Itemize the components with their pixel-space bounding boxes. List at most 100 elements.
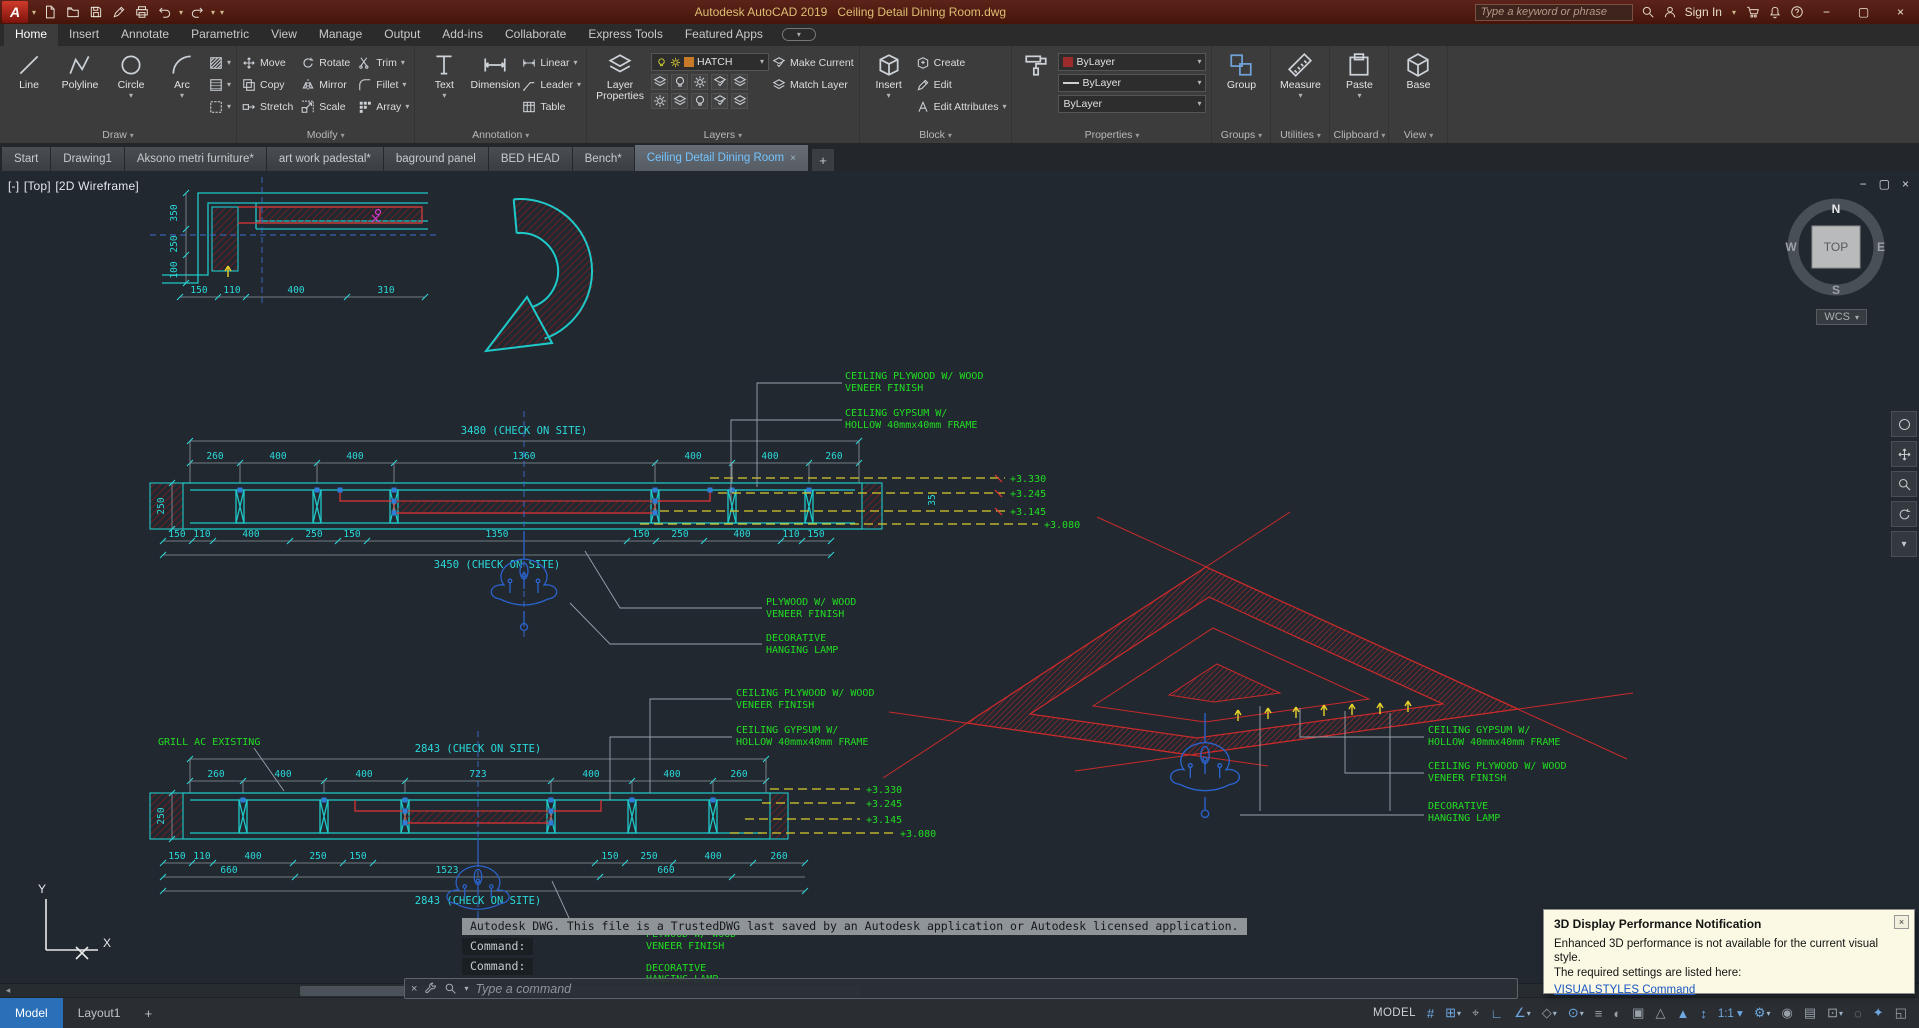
command-customize-wrench-icon[interactable] [424, 982, 437, 995]
search-input[interactable] [1474, 3, 1633, 21]
copy-button[interactable]: Copy [242, 75, 293, 94]
layer-tool-icon[interactable] [691, 74, 709, 90]
orbit-icon[interactable] [1891, 501, 1917, 527]
isolate-objects-icon[interactable]: ◌ [1854, 1006, 1862, 1021]
undo-caret-icon[interactable]: ▾ [177, 8, 185, 17]
new-file-button[interactable] [39, 2, 61, 22]
create-block-button[interactable]: Create [916, 53, 1007, 72]
window-restore-button[interactable]: ▢ [1849, 1, 1878, 23]
graphics-performance-icon[interactable]: ✦ [1873, 1005, 1884, 1021]
wcs-dropdown[interactable]: WCS ▾ [1816, 309, 1867, 325]
lineweight-dropdown[interactable]: ByLayer ▾ [1058, 74, 1207, 92]
grid-toggle-icon[interactable]: # [1427, 1006, 1434, 1021]
selection-cycling-icon[interactable]: ▣ [1632, 1005, 1644, 1021]
app-menu-caret-icon[interactable]: ▾ [30, 8, 38, 17]
polar-tracking-icon[interactable]: ∠ ▾ [1514, 1005, 1531, 1021]
file-tab-bench[interactable]: Bench* [572, 147, 635, 171]
base-button[interactable]: Base [1394, 49, 1442, 128]
panel-draw-footer[interactable]: Draw ▾ [0, 128, 236, 143]
layer-tool-icon[interactable] [731, 74, 749, 90]
new-layout-button[interactable]: + [135, 1006, 161, 1021]
stretch-button[interactable]: Stretch [242, 97, 293, 116]
sign-in-caret-icon[interactable]: ▾ [1730, 8, 1738, 17]
model-tab[interactable]: Model [0, 997, 63, 1028]
model-space[interactable]: 350 250 100 150 110 400 310 3480 (CHECK … [0, 171, 1919, 983]
notification-close-icon[interactable]: × [1894, 915, 1909, 929]
save-button[interactable] [85, 2, 107, 22]
lock-ui-icon[interactable]: ⊡ ▾ [1827, 1005, 1843, 1021]
tab-addins[interactable]: Add-ins [431, 24, 494, 46]
panel-block-footer[interactable]: Block ▾ [860, 128, 1012, 143]
tab-view[interactable]: View [260, 24, 308, 46]
viewcube-east[interactable]: E [1877, 240, 1885, 254]
panel-annotation-footer[interactable]: Annotation ▾ [415, 128, 586, 143]
object-color-dropdown[interactable]: ByLayer ▾ [1058, 53, 1207, 71]
viewcube-north[interactable]: N [1832, 202, 1841, 216]
ceiling-3d-view[interactable]: CEILING GYPSUM W/ HOLLOW 40mmx40mm FRAME… [882, 511, 1634, 824]
zoom-icon[interactable] [1891, 471, 1917, 497]
scale-button[interactable]: Scale [301, 97, 350, 116]
viewcube[interactable]: N E S W TOP [1781, 189, 1891, 299]
arc-caret-icon[interactable]: ▾ [180, 92, 184, 100]
tab-featured-apps[interactable]: Featured Apps [674, 24, 774, 46]
viewport-close-icon[interactable]: × [1902, 177, 1909, 191]
file-tab-aksono[interactable]: Aksono metri furniture* [124, 147, 267, 171]
application-menu-button[interactable]: A [2, 1, 28, 23]
command-recent-caret-icon[interactable]: ▾ [464, 984, 468, 993]
qat-customize-caret-icon[interactable]: ▾ [218, 8, 226, 17]
clean-screen-icon[interactable]: ◱ [1895, 1005, 1907, 1021]
quick-properties-icon[interactable]: ▤ [1804, 1005, 1816, 1021]
infer-constraints-icon[interactable]: ⌖ [1472, 1005, 1479, 1021]
navbar-more-icon[interactable]: ▾ [1891, 531, 1917, 557]
tab-annotate[interactable]: Annotate [110, 24, 180, 46]
layer-properties-button[interactable]: Layer Properties [592, 49, 648, 128]
panel-layers-footer[interactable]: Layers ▾ [587, 128, 859, 143]
help-icon[interactable] [1790, 5, 1804, 20]
panel-groups-footer[interactable]: Groups ▾ [1212, 128, 1270, 143]
file-tab-bedhead[interactable]: BED HEAD [488, 147, 573, 171]
ortho-toggle-icon[interactable]: ∟ [1490, 1006, 1503, 1021]
layer-tool-icon[interactable] [671, 74, 689, 90]
workspace-gear-icon[interactable]: ⚙ ▾ [1754, 1005, 1771, 1021]
array-button[interactable]: Array ▾ [358, 97, 409, 116]
search-icon[interactable] [1641, 5, 1655, 20]
panel-view-footer[interactable]: View ▾ [1389, 128, 1447, 143]
layer-tool-icon[interactable] [711, 74, 729, 90]
layer-tool-icon[interactable] [711, 93, 729, 109]
panel-utilities-footer[interactable]: Utilities ▾ [1271, 128, 1329, 143]
mirror-button[interactable]: Mirror [301, 75, 350, 94]
linear-button[interactable]: Linear ▾ [522, 53, 581, 72]
layout1-tab[interactable]: Layout1 [63, 998, 136, 1028]
object-snap-icon[interactable]: ⊙ ▾ [1568, 1005, 1584, 1021]
user-icon[interactable] [1663, 5, 1677, 20]
isodraft-icon[interactable]: ◇ ▾ [1542, 1005, 1557, 1021]
layer-tool-icon[interactable] [691, 93, 709, 109]
pan-icon[interactable] [1891, 441, 1917, 467]
command-input[interactable] [475, 981, 1511, 996]
text-button[interactable]: Text ▾ [420, 49, 468, 128]
tab-express-tools[interactable]: Express Tools [577, 24, 673, 46]
tab-parametric[interactable]: Parametric [180, 24, 260, 46]
edit-block-button[interactable]: Edit [916, 75, 1007, 94]
annotation-visibility-icon[interactable]: ▲ [1676, 1006, 1689, 1021]
circle-button[interactable]: Circle ▾ [107, 49, 155, 128]
file-tab-artwork[interactable]: art work padestal* [266, 147, 384, 171]
fillet-button[interactable]: Fillet ▾ [358, 75, 409, 94]
gradient-button[interactable]: ▾ [209, 75, 231, 94]
drawing-area[interactable]: 350 250 100 150 110 400 310 3480 (CHECK … [0, 171, 1919, 983]
lineweight-toggle-icon[interactable]: ≡ [1595, 1006, 1603, 1021]
tab-manage[interactable]: Manage [308, 24, 373, 46]
dynamic-ucs-icon[interactable]: △ [1655, 1005, 1665, 1021]
layer-tool-icon[interactable] [671, 93, 689, 109]
boundary-button[interactable]: ▾ [209, 97, 231, 116]
tab-insert[interactable]: Insert [58, 24, 110, 46]
notification-bell-icon[interactable] [1768, 5, 1782, 20]
trim-button[interactable]: Trim ▾ [358, 53, 409, 72]
edit-attributes-button[interactable]: Edit Attributes ▾ [916, 97, 1006, 116]
circle-caret-icon[interactable]: ▾ [129, 92, 133, 100]
layer-tool-icon[interactable] [651, 93, 669, 109]
hanging-lamp-3d[interactable] [1169, 712, 1241, 819]
undo-button[interactable] [154, 2, 176, 22]
tab-home[interactable]: Home [4, 24, 59, 46]
polyline-button[interactable]: Polyline [56, 49, 104, 128]
